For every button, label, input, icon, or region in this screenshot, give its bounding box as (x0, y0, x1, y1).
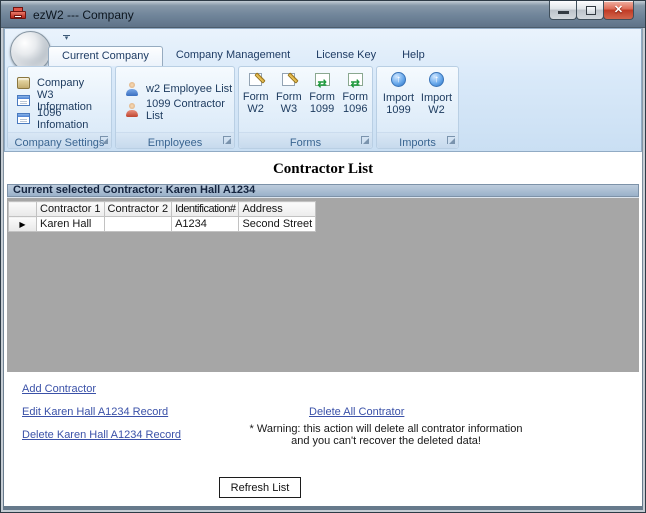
add-contractor-link[interactable]: Add Contractor (22, 383, 96, 395)
group-footer-employees[interactable]: Employees (116, 132, 234, 148)
close-button[interactable]: ✕ (603, 1, 634, 20)
title-bar[interactable]: ezW2 --- Company ✕ (1, 1, 645, 28)
ribbon-item-label: Company (37, 77, 84, 89)
maximize-icon (586, 6, 596, 15)
ribbon-item-1096-information[interactable]: 1096 Infomation (17, 111, 111, 126)
group-footer-company-settings[interactable]: Company Settings (8, 132, 111, 148)
ribbon-tabs: Current Company Company Management Licen… (48, 46, 438, 66)
delete-all-link[interactable]: Delete All Contrator (309, 406, 404, 418)
company-icon (17, 77, 30, 89)
app-printer-icon (10, 7, 26, 22)
contractor-grid-area: Contractor 1 Contractor 2 Identification… (7, 197, 639, 372)
group-employees: w2 Employee List 1099 Contractor List Em… (115, 66, 235, 149)
tab-current-company[interactable]: Current Company (48, 46, 163, 66)
red-person-icon (125, 103, 139, 117)
ribbon-item-w2-employee-list[interactable]: w2 Employee List (125, 81, 234, 96)
app-window: ezW2 --- Company ✕ ▾ Current Company Com… (0, 0, 646, 513)
group-footer-forms[interactable]: Forms (239, 132, 372, 148)
group-label: Company Settings (15, 137, 105, 149)
column-header-contractor1[interactable]: Contractor 1 (37, 202, 105, 217)
page-title: Contractor List (4, 161, 642, 178)
window-controls: ✕ (550, 1, 634, 20)
contractor-grid: Contractor 1 Contractor 2 Identification… (8, 201, 316, 232)
1096-form-icon (17, 113, 30, 124)
delete-record-link[interactable]: Delete Karen Hall A1234 Record (22, 429, 181, 441)
column-header-address[interactable]: Address (239, 202, 316, 217)
group-label: Forms (290, 137, 321, 149)
group-company-settings: Company W3 Information 1096 Infomation C… (7, 66, 112, 149)
ribbon-item-label: 1099 Contractor List (146, 98, 234, 122)
group-footer-imports[interactable]: Imports (377, 132, 458, 148)
cell-contractor1[interactable]: Karen Hall (37, 217, 105, 232)
maximize-button[interactable] (576, 1, 604, 20)
tab-company-management[interactable]: Company Management (163, 46, 303, 66)
quick-access-toolbar-button[interactable]: ▾ (61, 35, 72, 42)
grid-corner-cell[interactable] (9, 202, 37, 217)
tab-help[interactable]: Help (389, 46, 438, 66)
form-edit-icon (249, 73, 262, 86)
form-edit-icon (282, 73, 295, 86)
dialog-launcher-icon[interactable] (447, 136, 455, 144)
column-header-contractor2[interactable]: Contractor 2 (104, 202, 172, 217)
cell-identification[interactable]: A1234 (172, 217, 239, 232)
group-forms: FormW2 FormW3 ⇄ Form1099 ⇄ Form1096 (238, 66, 373, 149)
group-label: Imports (399, 137, 436, 149)
table-row: ▶ Karen Hall A1234 Second Street (9, 217, 316, 232)
content-area: Contractor List Current selected Contrac… (4, 152, 642, 506)
form-1099-button[interactable]: ⇄ Form1099 (306, 71, 339, 115)
group-label: Employees (148, 137, 202, 149)
dialog-launcher-icon[interactable] (223, 136, 231, 144)
warning-text: * Warning: this action will delete all c… (236, 423, 536, 447)
dialog-launcher-icon[interactable] (100, 136, 108, 144)
ribbon-groups: Company W3 Information 1096 Infomation C… (7, 66, 459, 149)
group-imports: ↑ Import1099 ↑ ImportW2 Imports (376, 66, 459, 149)
minimize-button[interactable] (549, 1, 577, 20)
ribbon: ▾ Current Company Company Management Lic… (4, 28, 642, 152)
row-selector-icon: ▶ (19, 220, 25, 229)
dialog-launcher-icon[interactable] (361, 136, 369, 144)
cell-contractor2[interactable] (104, 217, 172, 232)
selected-contractor-bar: Current selected Contractor: Karen Hall … (7, 184, 639, 197)
ribbon-item-label: w2 Employee List (146, 83, 232, 95)
row-selector-cell[interactable]: ▶ (9, 217, 37, 232)
blue-person-icon (125, 82, 139, 96)
column-header-identification[interactable]: Identification# (172, 202, 239, 217)
window-title: ezW2 --- Company (33, 8, 134, 22)
form-1096-button[interactable]: ⇄ Form1096 (339, 71, 372, 115)
form-export-icon: ⇄ (348, 73, 363, 86)
form-w2-button[interactable]: FormW2 (239, 71, 272, 115)
minimize-icon (558, 11, 569, 14)
form-export-icon: ⇄ (315, 73, 330, 86)
w3-form-icon (17, 95, 30, 106)
import-w2-button[interactable]: ↑ ImportW2 (420, 71, 453, 116)
import-icon: ↑ (391, 72, 406, 87)
chevron-down-icon: ▾ (61, 36, 72, 42)
ribbon-item-label: 1096 Infomation (37, 107, 111, 131)
refresh-list-button[interactable]: Refresh List (219, 477, 301, 498)
import-icon: ↑ (429, 72, 444, 87)
ribbon-item-1099-contractor-list[interactable]: 1099 Contractor List (125, 102, 234, 117)
import-1099-button[interactable]: ↑ Import1099 (382, 71, 415, 116)
close-icon: ✕ (604, 3, 633, 16)
cell-address[interactable]: Second Street (239, 217, 316, 232)
tab-license-key[interactable]: License Key (303, 46, 389, 66)
form-w3-button[interactable]: FormW3 (272, 71, 305, 115)
grid-header-row: Contractor 1 Contractor 2 Identification… (9, 202, 316, 217)
edit-record-link[interactable]: Edit Karen Hall A1234 Record (22, 406, 168, 418)
